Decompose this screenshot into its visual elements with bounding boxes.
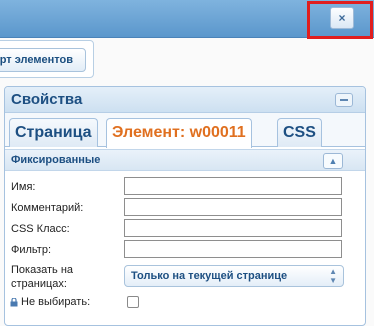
no-select-checkbox[interactable] [127,296,139,308]
show-on-pages-value: Только на текущей странице [131,270,288,282]
collapse-panel-button[interactable] [335,93,353,107]
panel-title: Свойства [11,91,83,108]
show-on-pages-select[interactable]: Только на текущей странице ▲ ▼ [124,265,344,287]
css-class-field[interactable] [124,219,342,237]
tab-page[interactable]: Страница [9,118,98,147]
select-arrows-icon: ▲ ▼ [329,267,337,285]
comment-field[interactable] [124,198,342,216]
close-button[interactable]: × [330,7,354,29]
comment-label: Комментарий: [11,202,84,214]
export-elements-button[interactable]: рт элементов [0,48,86,72]
section-header-fixed: Фиксированные ▲ [5,149,365,171]
filter-field[interactable] [124,240,342,258]
section-title: Фиксированные [11,154,101,166]
tab-element[interactable]: Элемент: w00011 [106,118,252,148]
show-on-pages-label: Показать на страницах: [11,264,74,290]
panel-tabs: Страница Элемент: w00011 CSS [5,113,365,148]
window-titlebar: × [0,0,374,38]
name-label: Имя: [11,181,36,193]
no-select-label: Не выбирать: [21,296,91,308]
properties-panel: Свойства Страница Элемент: w00011 CSS Фи… [4,86,366,326]
filter-label: Фильтр: [11,244,52,256]
tab-css[interactable]: CSS [277,118,322,147]
minimize-icon [340,99,348,101]
chevron-up-icon: ▲ [328,156,338,166]
lock-icon [10,298,18,307]
collapse-section-button[interactable]: ▲ [323,153,343,169]
css-class-label: CSS Класс: [11,223,70,235]
name-field[interactable] [124,177,342,195]
close-icon: × [338,11,346,25]
panel-header: Свойства [5,87,365,113]
